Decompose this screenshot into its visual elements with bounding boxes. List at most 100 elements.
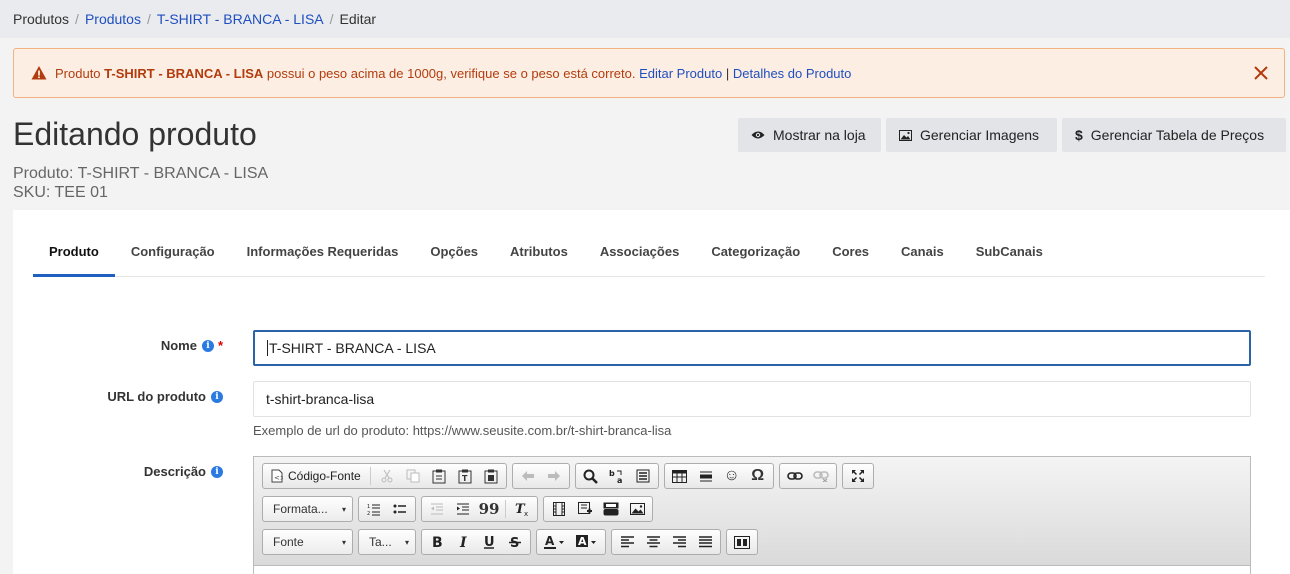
breadcrumb-current: Editar [339,11,377,27]
image-icon[interactable] [624,498,650,520]
breadcrumb-link-product[interactable]: T-SHIRT - BRANCA - LISA [157,11,324,27]
info-icon[interactable]: i [211,465,223,478]
bulleted-list-icon[interactable] [387,498,413,520]
product-url-value: t-shirt-branca-lisa [266,391,375,407]
editor-toolbar-row-2: Formata... ▾ 12 99 Tx [262,496,653,522]
bold-icon[interactable]: B [424,531,450,553]
align-left-icon[interactable] [614,531,640,553]
text-color-icon[interactable]: A [539,531,571,553]
svg-text:T: T [462,474,468,483]
replace-icon[interactable]: ba [604,465,630,487]
breadcrumb-separator: / [329,11,334,27]
search-icon[interactable] [578,465,604,487]
editor-group-media [543,496,653,522]
info-icon[interactable]: i [201,339,214,352]
maximize-icon[interactable] [845,465,871,487]
sku-line: SKU: TEE 01 [13,184,108,201]
undo-icon[interactable] [515,465,541,487]
svg-text:x: x [524,510,528,516]
editor-group-maximize [841,463,874,489]
breadcrumb-root: Produtos [13,11,70,27]
format-dropdown-label: Formata... [273,502,328,516]
font-size-dropdown[interactable]: Ta... ▾ [358,529,416,555]
unlink-icon[interactable] [808,465,834,487]
numbered-list-icon[interactable]: 12 [361,498,387,520]
align-center-icon[interactable] [640,531,666,553]
format-dropdown[interactable]: Formata... ▾ [262,496,353,522]
font-dropdown[interactable]: Fonte ▾ [262,529,353,555]
edit-product-link[interactable]: Editar Produto [639,66,722,81]
product-details-link[interactable]: Detalhes do Produto [733,66,852,81]
insert-template-icon[interactable] [572,498,598,520]
editor-toolbar-row-3: Fonte ▾ Ta... ▾ B I U S A A [262,529,758,555]
paste-icon[interactable] [426,465,452,487]
special-char-icon[interactable]: Ω [745,465,771,487]
info-icon[interactable]: i [211,390,223,403]
tab-produto[interactable]: Produto [33,236,115,277]
editor-content-area[interactable] [254,565,1250,574]
show-in-store-button[interactable]: Mostrar na loja [738,118,881,152]
close-icon[interactable] [1252,64,1270,82]
manage-images-button[interactable]: Gerenciar Imagens [886,118,1057,152]
source-code-button[interactable]: <> Código-Fonte [265,465,367,487]
required-marker: * [217,338,223,353]
name-field-label: Nome i * [161,338,223,353]
indent-icon[interactable] [450,498,476,520]
cut-icon[interactable] [374,465,400,487]
name-input-value: T-SHIRT - BRANCA - LISA [269,340,436,356]
remove-format-icon[interactable]: Tx [509,498,535,520]
horizontal-line-icon[interactable] [693,465,719,487]
tab-canais[interactable]: Canais [885,236,960,277]
blockquote-icon[interactable]: 99 [476,498,502,520]
background-color-icon[interactable]: A [571,531,603,553]
select-all-icon[interactable] [630,465,656,487]
paste-text-icon[interactable]: T [452,465,478,487]
url-label-text: URL do produto [107,389,206,404]
editor-group-find: ba [574,463,659,489]
underline-icon[interactable]: U [476,531,502,553]
editor-toolbar-row-1: <> Código-Fonte T ba ☺ Ω [262,463,874,489]
paste-word-icon[interactable] [478,465,504,487]
svg-text:U: U [484,535,495,549]
tab-associacoes[interactable]: Associações [584,236,696,277]
link-icon[interactable] [782,465,808,487]
align-right-icon[interactable] [666,531,692,553]
tab-atributos[interactable]: Atributos [494,236,584,277]
svg-text:b: b [609,469,615,478]
tab-subcanais[interactable]: SubCanais [960,236,1059,277]
manage-images-label: Gerenciar Imagens [920,127,1040,143]
url-field-label: URL do produto i [107,389,223,404]
url-help-text: Exemplo de url do produto: https://www.s… [253,423,672,438]
product-name-line: Produto: T-SHIRT - BRANCA - LISA [13,165,269,182]
dollar-icon: $ [1075,127,1083,143]
strikethrough-icon[interactable]: S [502,531,528,553]
tab-categorizacao[interactable]: Categorização [695,236,816,277]
editor-group-text-style: B I U S [421,529,531,555]
editor-group-color: A A [536,529,606,555]
italic-icon[interactable]: I [450,531,476,553]
name-label-text: Nome [160,338,197,353]
copy-icon[interactable] [400,465,426,487]
film-icon[interactable] [546,498,572,520]
tab-informacoes-requeridas[interactable]: Informações Requeridas [231,236,415,277]
youtube-icon[interactable] [598,498,624,520]
name-input[interactable]: T-SHIRT - BRANCA - LISA [253,330,1251,366]
tab-cores[interactable]: Cores [816,236,885,277]
show-blocks-icon[interactable] [729,531,755,553]
breadcrumb-link-produtos[interactable]: Produtos [85,11,141,27]
description-label-text: Descrição [143,464,206,479]
smiley-icon[interactable]: ☺ [719,465,745,487]
editor-group-undo [511,463,570,489]
manage-price-table-button[interactable]: $ Gerenciar Tabela de Preços [1062,118,1286,152]
align-justify-icon[interactable] [692,531,718,553]
product-url-input[interactable]: t-shirt-branca-lisa [253,381,1251,417]
separator [505,500,506,518]
redo-icon[interactable] [541,465,567,487]
editor-group-insert: ☺ Ω [663,463,774,489]
tab-opcoes[interactable]: Opções [414,236,494,277]
tab-configuracao[interactable]: Configuração [115,236,231,277]
table-icon[interactable] [667,465,693,487]
editor-group-link [778,463,837,489]
outdent-icon[interactable] [424,498,450,520]
show-in-store-label: Mostrar na loja [773,127,866,143]
